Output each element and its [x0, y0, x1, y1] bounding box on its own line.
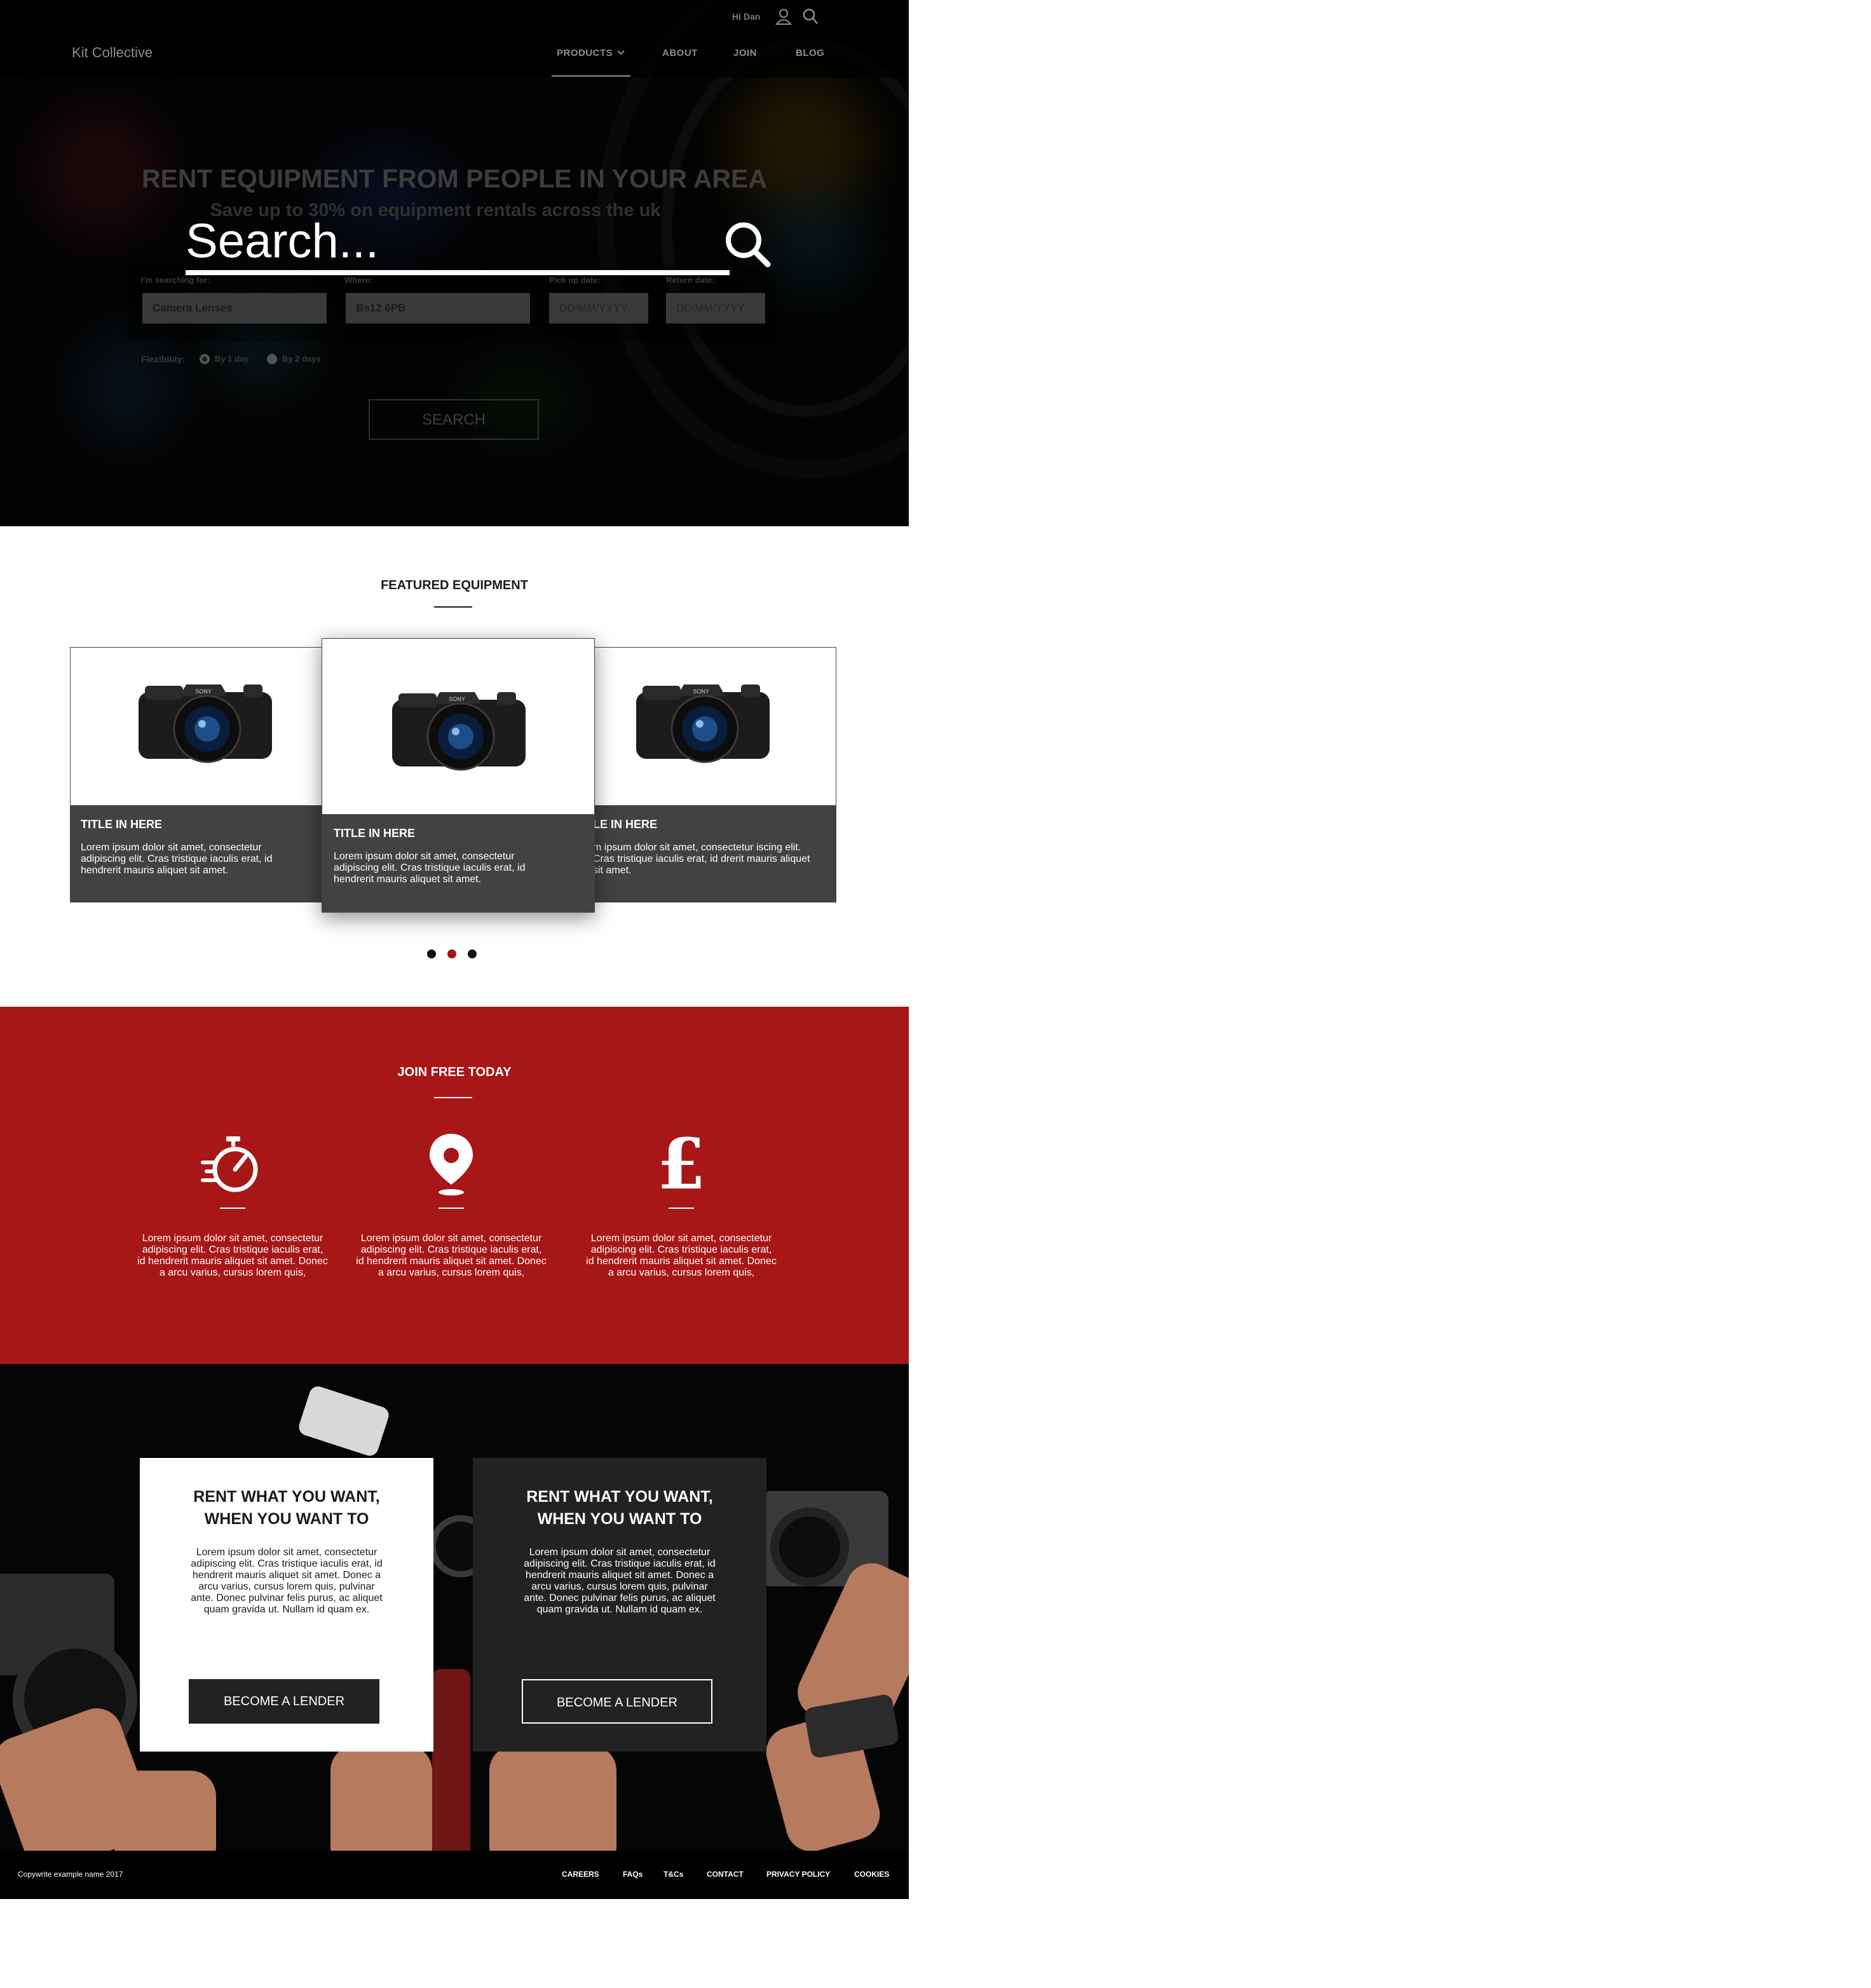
search-icon[interactable] — [802, 8, 819, 25]
feature-text: Lorem ipsum dolor sit amet, consectetur … — [137, 1233, 328, 1278]
equipment-card-right[interactable]: SONY LE IN HERE m ipsum dolor sit amet, … — [585, 647, 836, 902]
site-footer: Copywrite example name 2017 CAREERS FAQs… — [0, 1851, 909, 1899]
lender-card-body: Lorem ipsum dolor sit amet, consectetur … — [191, 1547, 383, 1615]
card-description: Lorem ipsum dolor sit amet, consectetur … — [81, 842, 273, 876]
camera-icon: SONY — [139, 684, 272, 763]
lender-card-title: RENT WHAT YOU WANT, WHEN YOU WANT TO — [473, 1486, 766, 1530]
flex-1-day-radio[interactable] — [200, 354, 210, 364]
pickup-date-input[interactable]: DD/MM/YYYY — [549, 293, 648, 323]
lender-card-title: RENT WHAT YOU WANT, WHEN YOU WANT TO — [140, 1486, 433, 1530]
featured-title: FEATURED EQUIPMENT — [381, 578, 528, 592]
lender-card-title-line1: RENT WHAT YOU WANT, — [526, 1488, 713, 1506]
section-divider — [434, 1097, 472, 1098]
svg-text:SONY: SONY — [693, 688, 709, 695]
become-lender-button[interactable]: BECOME A LENDER — [522, 1679, 712, 1724]
card-title: TITLE IN HERE — [334, 827, 416, 840]
svg-text:£: £ — [657, 1133, 706, 1196]
flex-2-days-radio[interactable] — [267, 354, 277, 364]
copyright-text: Copywrite example name 2017 — [18, 1870, 123, 1879]
svg-text:SONY: SONY — [449, 696, 465, 702]
card-image: SONY — [71, 648, 323, 805]
footer-link-tcs[interactable]: T&Cs — [663, 1870, 683, 1879]
become-lender-button[interactable]: BECOME A LENDER — [189, 1679, 379, 1724]
card-title: LE IN HERE — [593, 818, 658, 831]
carousel-dot-1[interactable] — [427, 950, 436, 958]
page: Hi Dan Kit Collective PRODUCTS ABOUT JOI… — [0, 0, 909, 1899]
pickup-date-label: Pick up date: — [549, 275, 601, 285]
flash-unit — [296, 1384, 391, 1459]
location-pin-icon — [430, 1134, 473, 1195]
footer-link-privacy[interactable]: PRIVACY POLICY — [766, 1870, 830, 1879]
hero-section: Hi Dan Kit Collective PRODUCTS ABOUT JOI… — [0, 0, 909, 526]
nav-products[interactable]: PRODUCTS — [557, 48, 613, 58]
equipment-card-left[interactable]: SONY TITLE IN HERE Lorem ipsum dolor sit… — [70, 647, 324, 902]
svg-text:SONY: SONY — [195, 688, 212, 695]
search-overlay-icon[interactable] — [722, 219, 773, 269]
lender-section: RENT WHAT YOU WANT, WHEN YOU WANT TO Lor… — [0, 1364, 909, 1851]
card-title: TITLE IN HERE — [81, 818, 163, 831]
lender-card-light: RENT WHAT YOU WANT, WHEN YOU WANT TO Lor… — [140, 1458, 433, 1752]
hero-search-button[interactable]: SEARCH — [369, 399, 539, 440]
return-date-input[interactable]: DD/MM/YYYY — [666, 293, 765, 323]
card-description: m ipsum dolor sit amet, consectetur isci… — [593, 842, 810, 876]
lender-card-title-line2: WHEN YOU WANT TO — [537, 1510, 702, 1528]
lender-card-dark: RENT WHAT YOU WANT, WHEN YOU WANT TO Lor… — [473, 1458, 766, 1752]
return-date-label: Return date: — [666, 275, 715, 285]
site-logo[interactable]: Kit Collective — [72, 44, 153, 61]
carousel-dot-2[interactable] — [447, 950, 456, 958]
lender-card-body: Lorem ipsum dolor sit amet, consectetur … — [524, 1547, 716, 1615]
search-overlay-underline — [186, 270, 730, 275]
background-hand — [489, 1745, 616, 1851]
stopwatch-icon — [201, 1136, 258, 1192]
top-navigation-bar: Hi Dan Kit Collective PRODUCTS ABOUT JOI… — [0, 0, 909, 78]
feature-divider — [439, 1208, 464, 1209]
card-meta: TITLE IN HERE Lorem ipsum dolor sit amet… — [71, 805, 323, 902]
carousel-dot-3[interactable] — [468, 950, 477, 958]
searching-for-label: I'm searching for: — [141, 275, 210, 285]
card-image: SONY — [585, 648, 836, 805]
footer-link-contact[interactable]: CONTACT — [707, 1870, 744, 1879]
join-title: JOIN FREE TODAY — [397, 1065, 512, 1079]
camera-icon: SONY — [392, 692, 526, 771]
feature-text: Lorem ipsum dolor sit amet, consectetur … — [356, 1233, 547, 1278]
section-divider — [434, 606, 472, 608]
nav-join[interactable]: JOIN — [733, 48, 757, 58]
pound-icon: £ — [657, 1133, 706, 1196]
searching-for-input[interactable]: Camera Lenses — [142, 293, 327, 323]
feature-divider — [220, 1208, 245, 1209]
search-overlay-input[interactable]: Search... — [186, 214, 379, 269]
footer-link-cookies[interactable]: COOKIES — [854, 1870, 889, 1879]
background-hand — [330, 1745, 432, 1851]
card-description: Lorem ipsum dolor sit amet, consectetur … — [334, 851, 526, 885]
camera-icon: SONY — [636, 684, 770, 763]
flex-1-day-label: By 1 day — [215, 354, 249, 364]
flex-2-days-label: By 2 days — [282, 354, 321, 364]
user-account-icon[interactable] — [775, 8, 792, 25]
nav-active-indicator — [552, 75, 630, 77]
equipment-card-featured[interactable]: SONY TITLE IN HERE Lorem ipsum dolor sit… — [322, 638, 595, 913]
feature-divider — [669, 1208, 694, 1209]
card-meta: LE IN HERE m ipsum dolor sit amet, conse… — [585, 805, 836, 902]
where-label: Where: — [344, 275, 373, 285]
nav-about[interactable]: ABOUT — [662, 48, 698, 58]
card-image: SONY — [322, 639, 594, 815]
chevron-down-icon[interactable] — [616, 50, 625, 56]
footer-link-careers[interactable]: CAREERS — [562, 1870, 599, 1879]
card-meta: TITLE IN HERE Lorem ipsum dolor sit amet… — [322, 814, 594, 912]
join-section: JOIN FREE TODAY Lorem ipsum dolor sit am… — [0, 1007, 909, 1364]
flexibility-label: Flexibility: — [141, 354, 186, 364]
lender-card-title-line1: RENT WHAT YOU WANT, — [193, 1488, 380, 1506]
where-input[interactable]: Bs12 6PB — [346, 293, 530, 323]
feature-text: Lorem ipsum dolor sit amet, consectetur … — [586, 1233, 777, 1278]
background-hand — [114, 1771, 216, 1851]
user-greeting: Hi Dan — [732, 11, 761, 22]
footer-link-faqs[interactable]: FAQs — [623, 1870, 643, 1879]
background-figure — [432, 1669, 470, 1851]
hero-title: RENT EQUIPMENT FROM PEOPLE IN YOUR AREA — [141, 164, 768, 193]
nav-blog[interactable]: BLOG — [796, 48, 824, 58]
lender-card-title-line2: WHEN YOU WANT TO — [204, 1510, 369, 1528]
background-lens — [770, 1508, 849, 1586]
